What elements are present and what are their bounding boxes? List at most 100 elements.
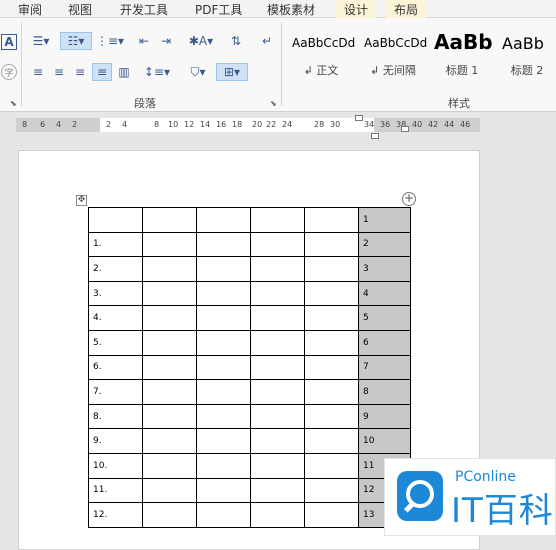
table-cell[interactable] xyxy=(142,305,197,331)
char-border-icon[interactable]: A xyxy=(1,34,17,50)
tab-template[interactable]: 模板素材 xyxy=(267,1,315,18)
table-cell[interactable] xyxy=(142,207,197,233)
table-cell[interactable] xyxy=(250,477,305,504)
table-cell[interactable] xyxy=(196,329,251,356)
table-cell[interactable] xyxy=(196,207,251,233)
chinese-layout-icon[interactable]: ✱A▾ xyxy=(186,32,216,50)
table-cell[interactable] xyxy=(142,477,197,504)
table-cell[interactable] xyxy=(304,354,359,381)
table-cell[interactable] xyxy=(196,403,251,430)
table-cell[interactable] xyxy=(142,452,197,479)
table-cell-number[interactable]: 5. xyxy=(88,329,143,356)
table-cell[interactable] xyxy=(304,256,359,282)
table-cell[interactable] xyxy=(250,452,305,479)
font-launcher-icon[interactable]: ⬊ xyxy=(10,99,17,108)
table-move-handle-icon[interactable]: ✥ xyxy=(76,195,87,206)
table-cell[interactable] xyxy=(304,452,359,479)
table-cell-index[interactable]: 3 xyxy=(358,256,411,282)
table-cell-number[interactable]: 9. xyxy=(88,428,143,454)
right-indent-marker[interactable] xyxy=(401,126,409,132)
table-cell-index[interactable]: 7 xyxy=(358,354,411,381)
table-cell-index[interactable]: 8 xyxy=(358,379,411,405)
first-line-indent-marker[interactable] xyxy=(355,115,363,121)
table-cell[interactable] xyxy=(142,428,197,454)
tab-view[interactable]: 视图 xyxy=(68,1,92,18)
table-cell[interactable] xyxy=(142,403,197,430)
table-cell[interactable] xyxy=(196,379,251,405)
table-cell[interactable] xyxy=(142,502,197,528)
table-cell[interactable] xyxy=(196,280,251,307)
table-cell[interactable] xyxy=(304,305,359,331)
align-left-icon[interactable]: ≡ xyxy=(30,64,46,80)
table-cell[interactable] xyxy=(250,379,305,405)
table-cell[interactable] xyxy=(196,502,251,528)
table-cell[interactable] xyxy=(142,256,197,282)
table-cell[interactable] xyxy=(196,256,251,282)
table-cell[interactable] xyxy=(304,280,359,307)
table-cell-number[interactable]: 4. xyxy=(88,305,143,331)
table-cell[interactable] xyxy=(250,354,305,381)
enclose-char-icon[interactable]: 字 xyxy=(1,64,17,80)
horizontal-ruler[interactable]: 8 6 4 2 2 4 8 10 12 14 16 18 20 22 24 28… xyxy=(16,118,480,132)
sort-icon[interactable]: ⇅ xyxy=(226,32,246,50)
show-marks-icon[interactable]: ↵ xyxy=(258,32,276,50)
table-cell-number[interactable]: 1. xyxy=(88,231,143,258)
data-table[interactable]: 1 1. 2 2. 3 3. 4 4. 5 5. 6 6. 7 7. 8 8. 9 9. 10 10. 11 11. 12 1… xyxy=(88,207,411,528)
paragraph-launcher-icon[interactable]: ⬊ xyxy=(270,99,277,108)
table-cell[interactable] xyxy=(304,428,359,454)
table-cell[interactable] xyxy=(196,305,251,331)
table-cell[interactable] xyxy=(250,403,305,430)
table-cell[interactable] xyxy=(250,207,305,233)
align-center-icon[interactable]: ≡ xyxy=(51,64,67,80)
distribute-icon[interactable]: ▥ xyxy=(115,64,133,80)
table-cell[interactable] xyxy=(250,256,305,282)
table-cell-number[interactable]: 12. xyxy=(88,502,143,528)
table-cell-number[interactable]: 6. xyxy=(88,354,143,381)
table-cell[interactable] xyxy=(304,379,359,405)
justify-icon[interactable]: ≡ xyxy=(92,63,112,81)
add-column-icon[interactable]: + xyxy=(402,192,416,206)
table-cell[interactable] xyxy=(142,231,197,258)
hanging-indent-marker[interactable] xyxy=(371,133,379,139)
tab-layout[interactable]: 布局 xyxy=(386,0,427,18)
table-cell-number[interactable]: 7. xyxy=(88,379,143,405)
table-cell[interactable] xyxy=(304,477,359,504)
tab-pdf-tools[interactable]: PDF工具 xyxy=(195,1,242,18)
numbering-icon[interactable]: ☷▾ xyxy=(60,32,92,50)
tab-review[interactable]: 审阅 xyxy=(18,1,42,18)
tab-developer[interactable]: 开发工具 xyxy=(120,1,168,18)
bullets-icon[interactable]: ☰▾ xyxy=(28,32,54,50)
table-cell-index[interactable]: 4 xyxy=(358,280,411,307)
table-cell[interactable] xyxy=(250,502,305,528)
table-cell[interactable] xyxy=(142,280,197,307)
multilevel-list-icon[interactable]: ⋮≡▾ xyxy=(96,32,124,50)
style-normal[interactable]: AaBbCcDd ↲ 正文 xyxy=(286,28,356,86)
table-cell[interactable] xyxy=(196,452,251,479)
style-heading-2[interactable]: AaBb 标题 2 xyxy=(498,28,556,86)
decrease-indent-icon[interactable]: ⇤ xyxy=(134,32,154,50)
borders-icon[interactable]: ⊞▾ xyxy=(216,63,248,81)
table-cell[interactable] xyxy=(250,231,305,258)
table-cell[interactable] xyxy=(250,428,305,454)
table-cell-index[interactable]: 1 xyxy=(358,207,411,233)
table-cell[interactable] xyxy=(304,502,359,528)
table-cell-index[interactable]: 2 xyxy=(358,231,411,258)
table-cell-number[interactable]: 10. xyxy=(88,452,143,479)
table-cell[interactable] xyxy=(250,329,305,356)
table-cell[interactable] xyxy=(196,477,251,504)
table-cell[interactable] xyxy=(304,231,359,258)
table-cell[interactable] xyxy=(142,354,197,381)
table-cell-number[interactable]: 2. xyxy=(88,256,143,282)
table-cell-index[interactable]: 6 xyxy=(358,329,411,356)
table-cell[interactable] xyxy=(142,329,197,356)
table-cell-number[interactable] xyxy=(88,207,143,233)
table-cell-index[interactable]: 5 xyxy=(358,305,411,331)
align-right-icon[interactable]: ≡ xyxy=(72,64,88,80)
table-cell-number[interactable]: 3. xyxy=(88,280,143,307)
table-cell[interactable] xyxy=(196,231,251,258)
table-cell[interactable] xyxy=(196,428,251,454)
table-cell[interactable] xyxy=(196,354,251,381)
style-no-spacing[interactable]: AaBbCcDd ↲ 无间隔 xyxy=(358,28,428,86)
table-cell-number[interactable]: 8. xyxy=(88,403,143,430)
table-cell[interactable] xyxy=(250,280,305,307)
